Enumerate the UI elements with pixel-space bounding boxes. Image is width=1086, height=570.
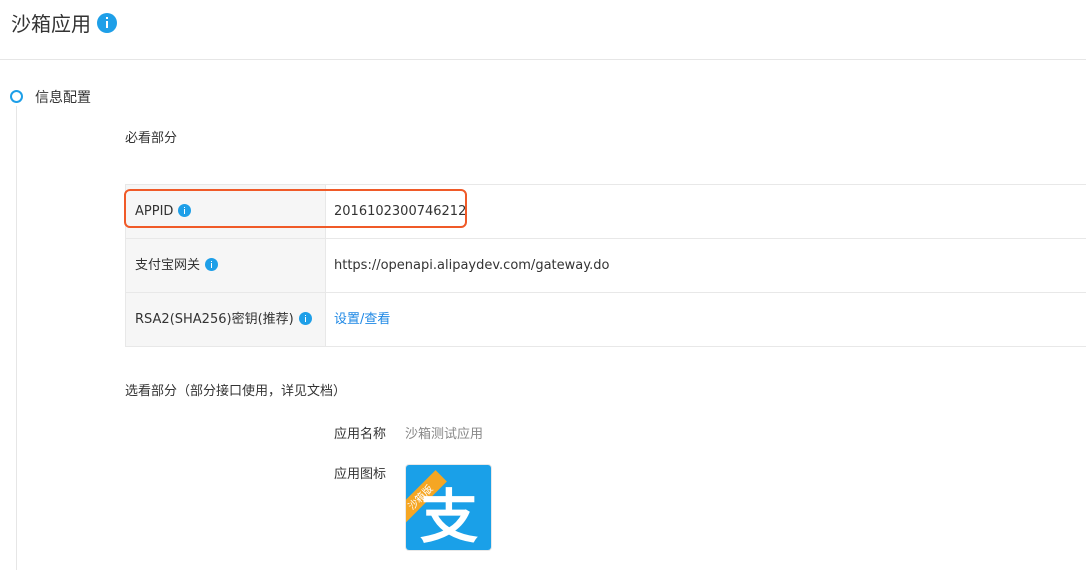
config-row-rsa2-key: RSA2(SHA256)密钥(推荐) 设置/查看: [125, 293, 1086, 347]
rsa2-key-cell: 设置/查看: [334, 311, 390, 328]
timeline-dot: [10, 90, 23, 103]
appid-highlight-box: [124, 189, 467, 228]
alipay-logo-icon: 沙箱版 支: [406, 465, 491, 551]
info-icon[interactable]: [205, 258, 219, 271]
set-view-key-link[interactable]: 设置/查看: [334, 312, 390, 327]
config-row-gateway: 支付宝网关 https://openapi.alipaydev.com/gate…: [125, 239, 1086, 293]
timeline-line: [16, 106, 17, 570]
app-name-label: 应用名称: [334, 427, 387, 442]
required-section-heading: 必看部分: [125, 131, 178, 146]
info-icon[interactable]: [298, 312, 312, 325]
app-icon-label: 应用图标: [334, 467, 387, 482]
rsa2-key-label: RSA2(SHA256)密钥(推荐): [135, 311, 312, 328]
alipay-glyph: 支: [420, 483, 478, 551]
config-label-cell: 支付宝网关: [125, 239, 326, 292]
app-icon: 沙箱版 支: [405, 464, 492, 551]
app-name-value: 沙箱测试应用: [405, 427, 484, 442]
page-header: 沙箱应用: [0, 0, 1086, 60]
page-title: 沙箱应用: [11, 12, 91, 36]
gateway-value: https://openapi.alipaydev.com/gateway.do: [334, 258, 610, 273]
gateway-label-text: 支付宝网关: [135, 258, 201, 273]
info-icon[interactable]: [97, 13, 117, 33]
rsa2-key-label-text: RSA2(SHA256)密钥(推荐): [135, 312, 294, 327]
gateway-label: 支付宝网关: [135, 257, 219, 274]
config-label-cell: RSA2(SHA256)密钥(推荐): [125, 293, 326, 346]
optional-section-heading: 选看部分（部分接口使用，详见文档）: [125, 384, 347, 399]
section-title: 信息配置: [35, 90, 91, 106]
